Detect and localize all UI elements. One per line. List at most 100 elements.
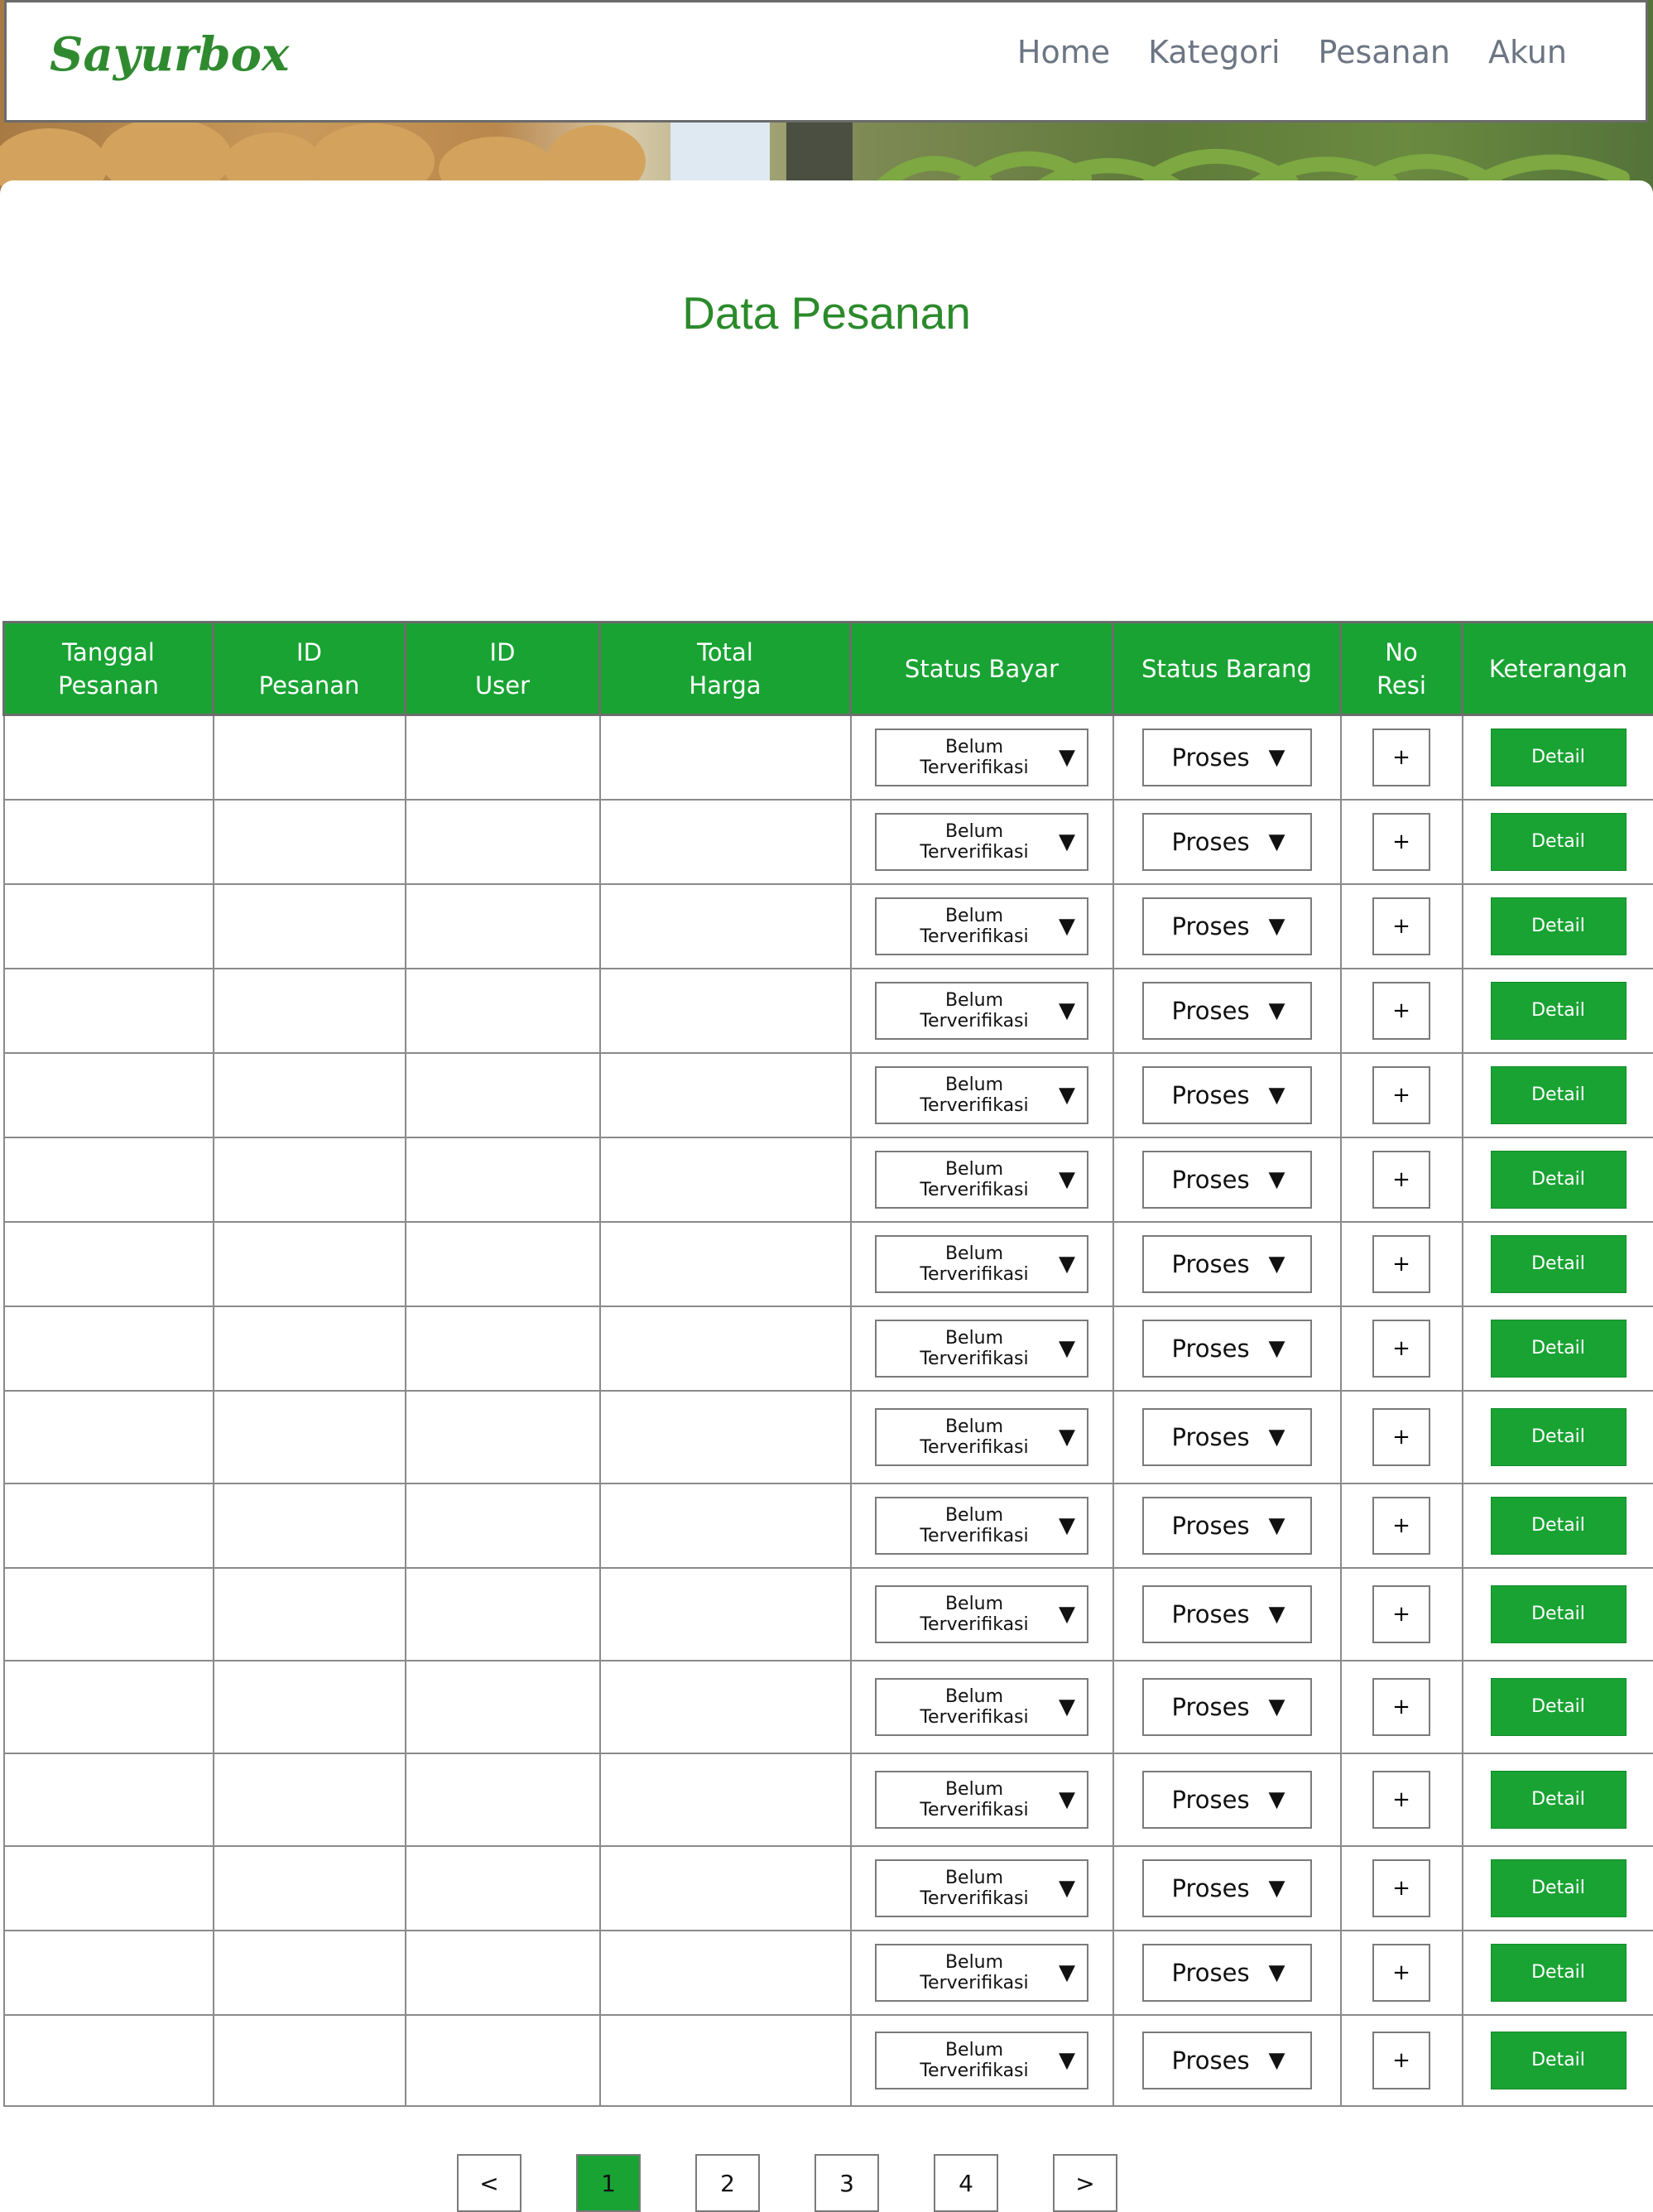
caret-down-icon: ▼ (1059, 1169, 1075, 1190)
status-bayar-select[interactable]: Belum Terverifikasi▼ (875, 1944, 1088, 2002)
caret-down-icon: ▼ (1059, 1962, 1075, 1984)
cell-status-barang: Proses▼ (1113, 884, 1341, 969)
detail-button[interactable]: Detail (1491, 1066, 1627, 1124)
status-barang-select[interactable]: Proses▼ (1142, 1678, 1312, 1736)
add-resi-button[interactable]: + (1372, 1497, 1430, 1555)
pagination-prev-button[interactable]: < (457, 2154, 521, 2212)
add-resi-button[interactable]: + (1372, 729, 1430, 786)
cell-status-bayar: Belum Terverifikasi▼ (851, 715, 1113, 800)
status-barang-select[interactable]: Proses▼ (1142, 1944, 1312, 2002)
add-resi-button[interactable]: + (1372, 1771, 1430, 1829)
status-barang-select[interactable]: Proses▼ (1142, 897, 1312, 955)
status-barang-select[interactable]: Proses▼ (1142, 982, 1312, 1040)
cell-status-bayar: Belum Terverifikasi▼ (851, 1483, 1113, 1568)
status-bayar-select[interactable]: Belum Terverifikasi▼ (875, 813, 1088, 871)
status-barang-select[interactable]: Proses▼ (1142, 729, 1312, 786)
add-resi-button[interactable]: + (1372, 1408, 1430, 1466)
pagination-page-3[interactable]: 3 (814, 2154, 879, 2212)
cell-tanggal-pesanan (4, 1306, 214, 1391)
status-bayar-select[interactable]: Belum Terverifikasi▼ (875, 1151, 1088, 1209)
detail-button[interactable]: Detail (1491, 1678, 1627, 1736)
status-barang-select[interactable]: Proses▼ (1142, 1408, 1312, 1466)
detail-button[interactable]: Detail (1491, 1235, 1627, 1293)
cell-total-harga (600, 1568, 851, 1661)
caret-down-icon: ▼ (1269, 1000, 1285, 1022)
pagination-page-1[interactable]: 1 (576, 2154, 641, 2212)
add-resi-button[interactable]: + (1372, 1859, 1430, 1917)
add-resi-button[interactable]: + (1372, 1678, 1430, 1736)
add-resi-button[interactable]: + (1372, 1585, 1430, 1643)
add-resi-button[interactable]: + (1372, 1066, 1430, 1124)
status-barang-select[interactable]: Proses▼ (1142, 1320, 1312, 1378)
add-resi-button[interactable]: + (1372, 982, 1430, 1040)
status-bayar-select[interactable]: Belum Terverifikasi▼ (875, 982, 1088, 1040)
table-row: Belum Terverifikasi▼ Proses▼ + Detail (4, 1222, 1653, 1306)
status-barang-value: Proses (1172, 1512, 1250, 1540)
pagination-page-4[interactable]: 4 (934, 2154, 998, 2212)
orders-table-body: Belum Terverifikasi▼Proses▼+DetailBelum … (4, 715, 1653, 2106)
cell-no-resi: + (1341, 969, 1463, 1053)
detail-button[interactable]: Detail (1491, 1408, 1627, 1466)
status-barang-select[interactable]: Proses▼ (1142, 813, 1312, 871)
status-bayar-select[interactable]: Belum Terverifikasi▼ (875, 1678, 1088, 1736)
status-barang-select[interactable]: Proses▼ (1142, 1497, 1312, 1555)
pagination-next-button[interactable]: > (1053, 2154, 1117, 2212)
detail-button[interactable]: Detail (1491, 1151, 1627, 1209)
table-header-row: Tanggal Pesanan ID Pesanan ID User Total… (4, 623, 1653, 715)
column-header-tanggal-pesanan: Tanggal Pesanan (4, 623, 214, 715)
caret-down-icon: ▼ (1269, 2050, 1285, 2071)
detail-button[interactable]: Detail (1491, 729, 1627, 786)
add-resi-button[interactable]: + (1372, 2032, 1430, 2089)
pagination-page-2[interactable]: 2 (695, 2154, 760, 2212)
cell-no-resi: + (1341, 1306, 1463, 1391)
add-resi-button[interactable]: + (1372, 1320, 1430, 1378)
status-bayar-select[interactable]: Belum Terverifikasi▼ (875, 1320, 1088, 1378)
main-nav: Home Kategori Pesanan Akun (1017, 34, 1567, 70)
detail-button[interactable]: Detail (1491, 813, 1627, 871)
status-barang-select[interactable]: Proses▼ (1142, 1585, 1312, 1643)
detail-button[interactable]: Detail (1491, 1585, 1627, 1643)
table-row: Belum Terverifikasi▼ Proses▼ + Detail (4, 2015, 1653, 2106)
detail-button[interactable]: Detail (1491, 982, 1627, 1040)
add-resi-button[interactable]: + (1372, 813, 1430, 871)
status-barang-select[interactable]: Proses▼ (1142, 1066, 1312, 1124)
status-bayar-select[interactable]: Belum Terverifikasi▼ (875, 1771, 1088, 1829)
status-bayar-select[interactable]: Belum Terverifikasi▼ (875, 729, 1088, 786)
status-barang-select[interactable]: Proses▼ (1142, 2032, 1312, 2089)
cell-total-harga (600, 2015, 851, 2106)
add-resi-button[interactable]: + (1372, 1151, 1430, 1209)
cell-id-pesanan (214, 1137, 406, 1222)
cell-keterangan: Detail (1463, 1568, 1653, 1661)
nav-item-home[interactable]: Home (1017, 34, 1110, 70)
nav-item-kategori[interactable]: Kategori (1148, 34, 1280, 70)
status-barang-select[interactable]: Proses▼ (1142, 1151, 1312, 1209)
status-bayar-select[interactable]: Belum Terverifikasi▼ (875, 1859, 1088, 1917)
detail-button[interactable]: Detail (1491, 1859, 1627, 1917)
status-bayar-select[interactable]: Belum Terverifikasi▼ (875, 1235, 1088, 1293)
detail-button[interactable]: Detail (1491, 1320, 1627, 1378)
status-barang-select[interactable]: Proses▼ (1142, 1859, 1312, 1917)
cell-id-user (406, 884, 600, 969)
detail-button[interactable]: Detail (1491, 2032, 1627, 2089)
status-barang-select[interactable]: Proses▼ (1142, 1771, 1312, 1829)
add-resi-button[interactable]: + (1372, 1235, 1430, 1293)
add-resi-button[interactable]: + (1372, 1944, 1430, 2002)
status-bayar-select[interactable]: Belum Terverifikasi▼ (875, 1408, 1088, 1466)
status-bayar-select[interactable]: Belum Terverifikasi▼ (875, 2032, 1088, 2089)
status-bayar-select[interactable]: Belum Terverifikasi▼ (875, 1497, 1088, 1555)
table-row: Belum Terverifikasi▼ Proses▼ + Detail (4, 1568, 1653, 1661)
add-resi-button[interactable]: + (1372, 897, 1430, 955)
brand-logo[interactable]: Sayurbox (50, 27, 289, 82)
detail-button[interactable]: Detail (1491, 1497, 1627, 1555)
status-bayar-select[interactable]: Belum Terverifikasi▼ (875, 1066, 1088, 1124)
nav-item-pesanan[interactable]: Pesanan (1319, 34, 1450, 70)
cell-tanggal-pesanan (4, 884, 214, 969)
nav-item-akun[interactable]: Akun (1488, 34, 1567, 70)
detail-button[interactable]: Detail (1491, 1944, 1627, 2002)
detail-button[interactable]: Detail (1491, 1771, 1627, 1829)
status-bayar-select[interactable]: Belum Terverifikasi▼ (875, 897, 1088, 955)
status-bayar-value: Belum Terverifikasi (890, 990, 1059, 1031)
status-barang-select[interactable]: Proses▼ (1142, 1235, 1312, 1293)
detail-button[interactable]: Detail (1491, 897, 1627, 955)
status-bayar-select[interactable]: Belum Terverifikasi▼ (875, 1585, 1088, 1643)
